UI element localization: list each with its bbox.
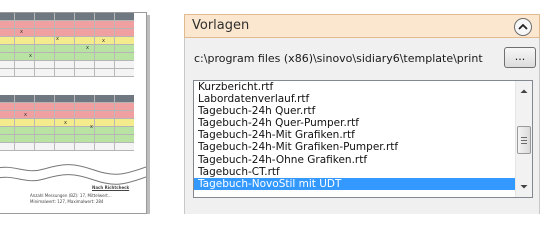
- panel-title: Vorlagen: [192, 18, 250, 33]
- preview-footer-title: Nach Richtcheck: [92, 185, 130, 190]
- preview-page: x x x x x x x x Nach Richtcheck Anzahl M…: [0, 12, 147, 214]
- list-item[interactable]: Tagebuch-24h Quer.rtf: [194, 105, 516, 117]
- panel-body: c:\program files (x86)\sinovo\sidiary6\t…: [184, 38, 540, 214]
- template-path: c:\program files (x86)\sinovo\sidiary6\t…: [194, 52, 483, 65]
- preview-table-top: x x x x x: [0, 13, 134, 77]
- preview-footer-line2: Minimalwert: 127, Maximalwert: 284: [30, 199, 104, 204]
- list-item[interactable]: Tagebuch-CT.rtf: [194, 166, 516, 178]
- list-item[interactable]: Labordatenverlauf.rtf: [194, 93, 516, 105]
- print-preview: x x x x x x x x Nach Richtcheck Anzahl M…: [0, 0, 160, 214]
- preview-footer-line1: Anzahl Messungen (BZ): 17, Mittelwert...: [30, 193, 112, 198]
- vertical-scrollbar[interactable]: [515, 81, 532, 197]
- list-item[interactable]: Tagebuch-24h-Ohne Grafiken.rtf: [194, 154, 516, 166]
- list-item[interactable]: Tagebuch-24h Quer-Pumper.rtf: [194, 117, 516, 129]
- template-listbox[interactable]: Kurzbericht.rtf Labordatenverlauf.rtf Tage…: [193, 80, 533, 198]
- list-item[interactable]: Kurzbericht.rtf: [194, 81, 516, 93]
- list-item[interactable]: Tagebuch-NovoStil mit UDT: [194, 177, 516, 190]
- list-item[interactable]: Tagebuch-24h-Mit Grafiken.rtf: [194, 129, 516, 141]
- chevron-up-icon: [518, 23, 528, 30]
- scroll-thumb[interactable]: [517, 126, 531, 154]
- preview-table-bottom: x x x: [0, 95, 134, 151]
- template-list: Kurzbericht.rtf Labordatenverlauf.rtf Tage…: [194, 81, 516, 190]
- browse-button[interactable]: ...: [504, 47, 536, 68]
- templates-panel: Vorlagen c:\program files (x86)\sinovo\s…: [184, 14, 540, 214]
- arrow-down-icon[interactable]: [516, 179, 532, 195]
- panel-header: Vorlagen: [184, 14, 540, 38]
- list-item[interactable]: Tagebuch-24h-Mit Grafiken-Pumper.rtf: [194, 141, 516, 153]
- arrow-up-icon[interactable]: [516, 83, 532, 99]
- collapse-button[interactable]: [514, 18, 532, 36]
